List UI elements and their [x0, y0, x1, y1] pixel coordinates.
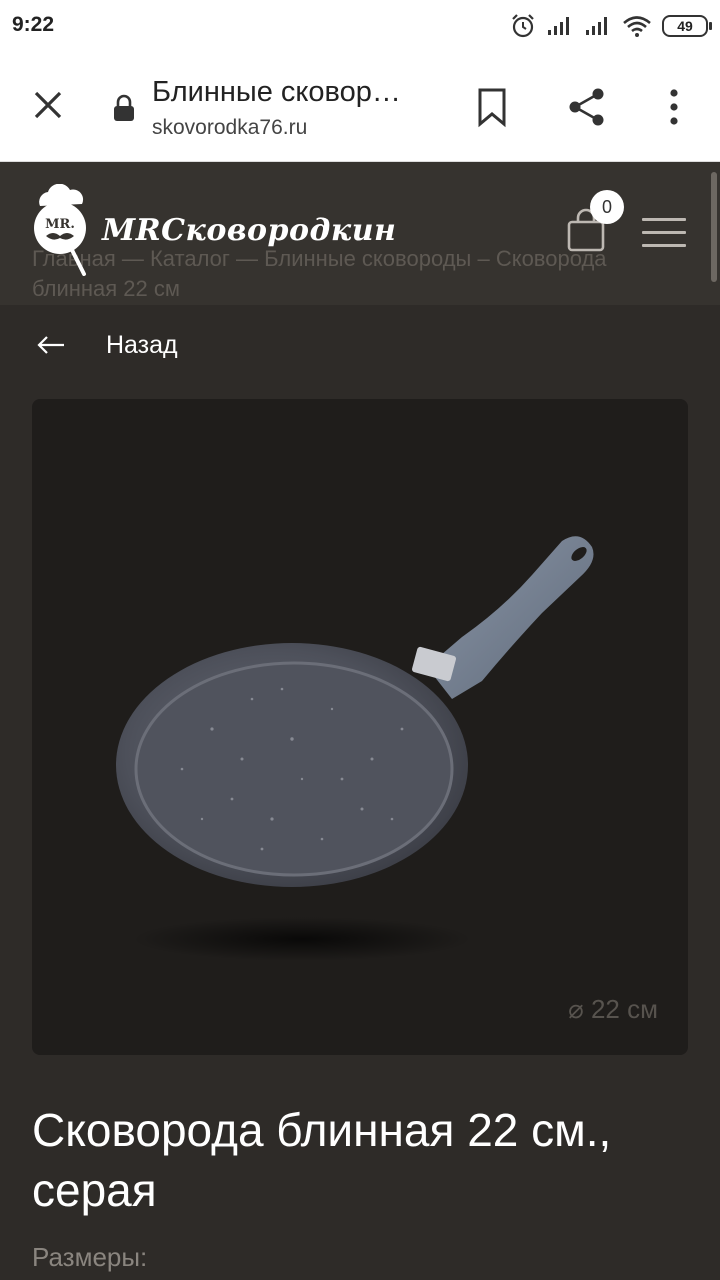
battery-icon: 49 [662, 15, 712, 37]
product-title: Сковорода блинная 22 см., серая [32, 1104, 612, 1216]
sizes-label: Размеры: [32, 1242, 148, 1272]
wifi-icon [623, 16, 651, 37]
site-header: Главная — Каталог — Блинные сковороды – … [0, 162, 720, 305]
arrow-left-icon [37, 336, 64, 354]
close-icon[interactable] [30, 87, 66, 123]
bookmark-icon[interactable] [474, 86, 510, 128]
status-bar: 9:22 49 [0, 0, 720, 52]
share-icon[interactable] [566, 86, 608, 128]
page-title[interactable]: Блинные сковор… [152, 76, 401, 109]
back-link[interactable]: Назад [36, 325, 178, 365]
logo-badge-text: MR. [45, 217, 75, 232]
signal-icon [548, 17, 569, 35]
status-time: 9:22 [12, 13, 55, 36]
frying-pan-illustration [116, 536, 594, 961]
alarm-icon [512, 14, 534, 38]
signal-icon-2 [586, 17, 607, 35]
brand-name: MRСковородкин [102, 212, 397, 248]
page-domain[interactable]: skovorodka76.ru [152, 116, 307, 140]
cart-count-badge: 0 [590, 190, 624, 224]
browser-toolbar: Блинные сковор… skovorodka76.ru [0, 52, 720, 162]
lock-icon [114, 94, 134, 121]
more-options-icon[interactable] [660, 86, 688, 128]
hamburger-menu-icon[interactable] [642, 218, 686, 250]
diameter-label: ⌀ 22 см [568, 994, 658, 1024]
chef-logo-icon: MR. [34, 184, 86, 276]
status-icons: 49 [510, 12, 712, 40]
back-label: Назад [106, 330, 178, 359]
page-scrollbar[interactable] [711, 172, 717, 282]
product-image[interactable]: ⌀ 22 см [32, 399, 688, 1055]
site-logo[interactable]: MR. MRСковородкин [28, 184, 396, 276]
